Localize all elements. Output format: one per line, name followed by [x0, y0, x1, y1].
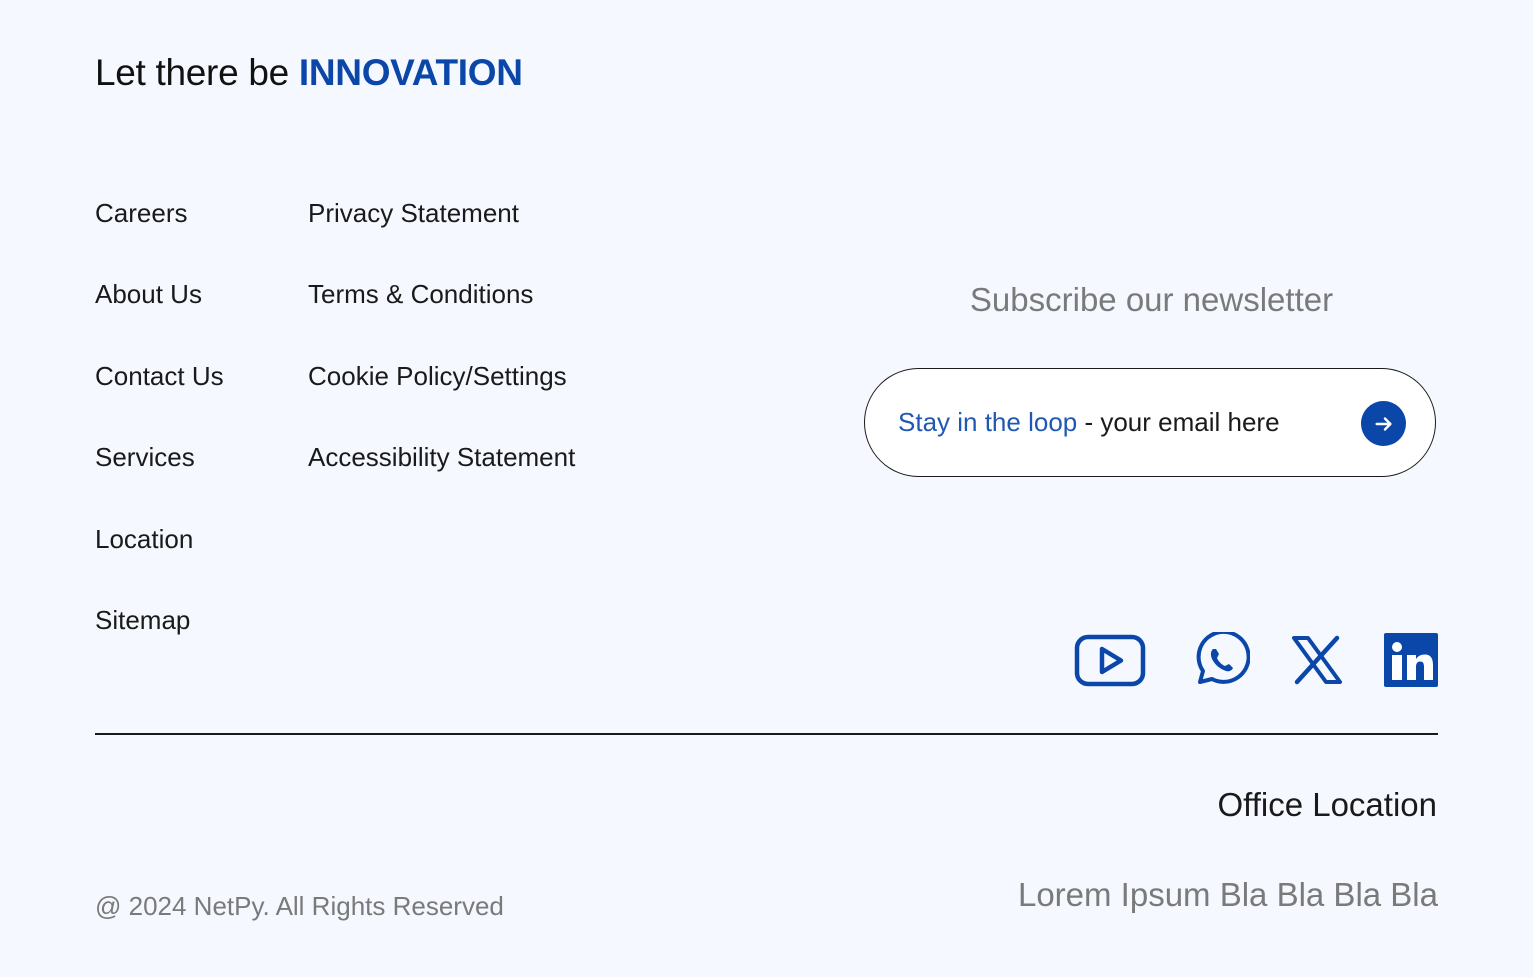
footer-link-about-us[interactable]: About Us [95, 279, 202, 310]
whatsapp-icon[interactable] [1192, 632, 1250, 688]
tagline-accent: INNOVATION [298, 52, 523, 93]
x-icon[interactable] [1291, 632, 1343, 688]
copyright-text: @ 2024 NetPy. All Rights Reserved [95, 891, 504, 921]
footer-link-services[interactable]: Services [95, 442, 195, 473]
footer-link-accessibility-statement[interactable]: Accessibility Statement [308, 442, 575, 473]
footer-link-sitemap[interactable]: Sitemap [95, 605, 190, 636]
brand-tagline: Let there be INNOVATION [95, 52, 523, 94]
linkedin-icon[interactable] [1383, 632, 1439, 688]
email-placeholder[interactable]: Stay in the loop - your email here [898, 407, 1280, 438]
footer-link-privacy-statement[interactable]: Privacy Statement [308, 198, 519, 229]
placeholder-rest: - your email here [1077, 407, 1280, 437]
footer-link-careers[interactable]: Careers [95, 198, 187, 229]
footer-divider [95, 733, 1438, 735]
newsletter-email-input[interactable]: Stay in the loop - your email here [864, 368, 1436, 477]
newsletter-submit-button[interactable] [1361, 401, 1406, 446]
placeholder-accent: Stay in the loop [898, 407, 1078, 437]
youtube-icon[interactable] [1074, 632, 1146, 688]
footer-link-contact-us[interactable]: Contact Us [95, 361, 224, 392]
footer-link-location[interactable]: Location [95, 524, 193, 555]
office-location-title: Office Location [1217, 786, 1437, 823]
newsletter-title: Subscribe our newsletter [969, 281, 1334, 318]
office-location-address: Lorem Ipsum Bla Bla Bla Bla [1017, 876, 1438, 913]
footer-link-cookie-policy[interactable]: Cookie Policy/Settings [308, 361, 567, 392]
footer-link-terms-conditions[interactable]: Terms & Conditions [308, 279, 533, 310]
arrow-right-icon [1374, 416, 1392, 431]
tagline-prefix: Let there be [95, 52, 299, 93]
